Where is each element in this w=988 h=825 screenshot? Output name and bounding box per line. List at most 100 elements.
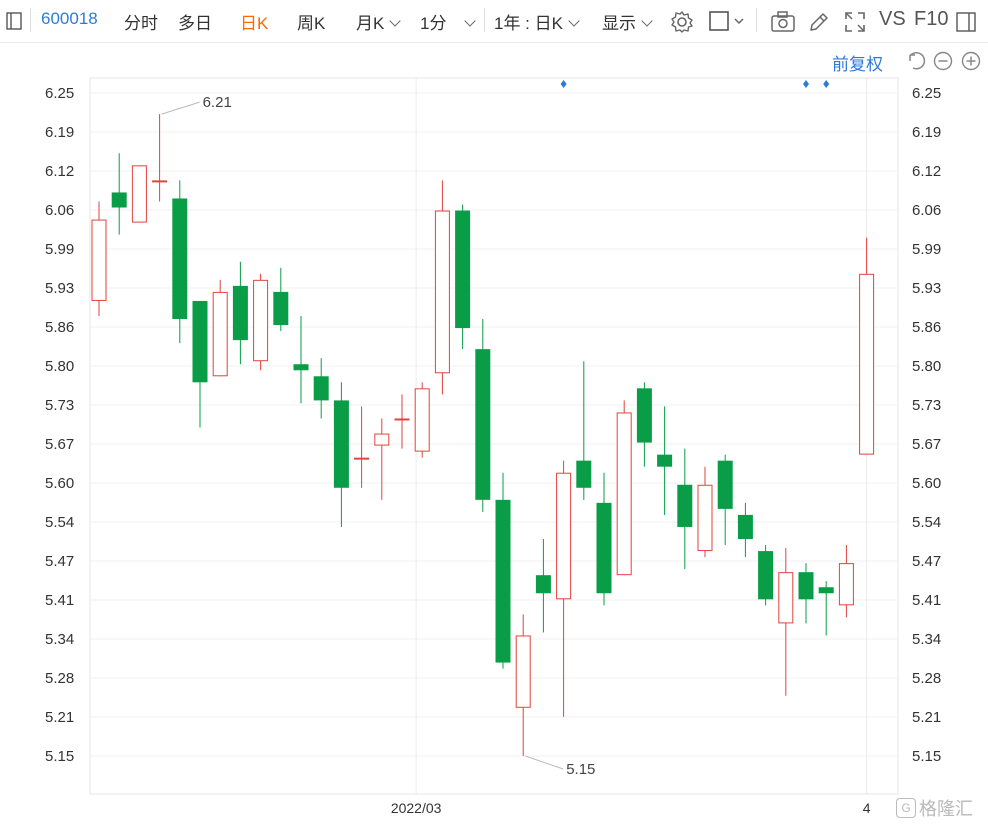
y-tick-label: 5.47 bbox=[45, 553, 74, 570]
rectangle-tool-icon[interactable] bbox=[708, 10, 748, 39]
candle bbox=[838, 545, 854, 618]
candle-body bbox=[737, 514, 753, 540]
fullscreen-icon[interactable] bbox=[843, 10, 867, 39]
candle-body bbox=[838, 563, 854, 606]
minute-dropdown[interactable]: 1分 bbox=[420, 9, 477, 34]
monthly-k-dropdown[interactable]: 月K bbox=[356, 9, 402, 34]
candle bbox=[91, 201, 107, 317]
vs-button[interactable]: VS bbox=[879, 8, 906, 31]
candle bbox=[111, 153, 127, 235]
candle bbox=[212, 279, 228, 377]
brand-watermark: G 格隆汇 bbox=[896, 795, 973, 821]
y-tick-label: 5.15 bbox=[45, 748, 74, 765]
annotation-label: 6.21 bbox=[203, 94, 232, 111]
candle-body bbox=[253, 279, 269, 362]
candle-body bbox=[636, 388, 652, 443]
y-tick-label: 5.34 bbox=[45, 631, 74, 648]
candle-body bbox=[576, 460, 592, 488]
annotation-label: 5.15 bbox=[566, 761, 595, 778]
y-axis-right: 6.25 6.19 6.12 6.06 5.99 5.93 5.86 5.80 5.73 5.67… bbox=[912, 85, 941, 765]
candle bbox=[657, 406, 673, 515]
candle-body bbox=[232, 285, 248, 341]
y-tick-label: 6.12 bbox=[45, 163, 74, 180]
zoom-in-icon[interactable] bbox=[960, 50, 982, 78]
y-tick-label: 5.86 bbox=[45, 319, 74, 336]
y-tick-label: 5.60 bbox=[45, 475, 74, 492]
candle-body bbox=[172, 198, 188, 320]
candle bbox=[737, 502, 753, 558]
tab-daily-k[interactable]: 日K bbox=[240, 9, 268, 34]
candle bbox=[495, 472, 511, 669]
y-tick-label: 5.28 bbox=[45, 670, 74, 687]
divider bbox=[484, 8, 485, 32]
adjustment-toggle[interactable]: 前复权 bbox=[832, 50, 883, 75]
candle bbox=[172, 180, 188, 344]
candle bbox=[576, 361, 592, 500]
candle-body bbox=[313, 376, 329, 401]
zoom-out-icon[interactable] bbox=[932, 50, 954, 78]
candle bbox=[798, 563, 814, 624]
candle-body bbox=[434, 210, 450, 374]
candle bbox=[354, 406, 370, 488]
y-tick-label: 5.93 bbox=[45, 280, 74, 297]
candle bbox=[535, 539, 551, 633]
candle bbox=[636, 382, 652, 467]
y-tick-label: 5.60 bbox=[912, 475, 941, 492]
y-tick-label: 5.99 bbox=[45, 241, 74, 258]
panel-toggle-icon[interactable] bbox=[956, 12, 976, 37]
y-tick-label: 5.99 bbox=[912, 241, 941, 258]
candle bbox=[859, 237, 875, 455]
divider bbox=[756, 8, 757, 32]
minute-label: 1分 bbox=[420, 14, 447, 33]
chevron-down-icon bbox=[641, 15, 653, 27]
y-tick-label: 5.73 bbox=[45, 397, 74, 414]
candle-body bbox=[798, 572, 814, 600]
x-tick-label: 4 bbox=[863, 800, 871, 816]
y-tick-label: 6.06 bbox=[45, 202, 74, 219]
candle bbox=[131, 165, 147, 223]
candle bbox=[556, 460, 572, 717]
camera-icon[interactable] bbox=[770, 10, 796, 39]
candle-body bbox=[859, 273, 875, 455]
candle bbox=[697, 466, 713, 558]
stock-code[interactable]: 600018 bbox=[41, 9, 98, 29]
pencil-icon[interactable] bbox=[807, 10, 831, 39]
candle-body bbox=[778, 572, 794, 624]
f10-button[interactable]: F10 bbox=[914, 8, 948, 31]
candle bbox=[717, 454, 733, 546]
candle-body bbox=[556, 472, 572, 600]
gear-icon[interactable] bbox=[670, 10, 694, 39]
range-label: 1年 : 日K bbox=[494, 14, 563, 33]
tab-weekly-k[interactable]: 周K bbox=[297, 9, 325, 34]
candle-body bbox=[455, 210, 471, 329]
tab-intraday[interactable]: 分时 bbox=[124, 9, 158, 34]
monthly-k-label: 月K bbox=[356, 14, 385, 33]
x-axis: 2022/03 4 bbox=[391, 800, 871, 816]
candle-body bbox=[515, 635, 531, 708]
candle bbox=[616, 400, 632, 576]
x-tick-label: 2022/03 bbox=[391, 800, 442, 816]
candlestick-chart[interactable]: 6.25 6.19 6.12 6.06 5.99 5.93 5.86 5.80 5.73 5.67… bbox=[0, 0, 988, 825]
y-tick-label: 6.06 bbox=[912, 202, 941, 219]
candle-body bbox=[616, 412, 632, 576]
undo-icon[interactable] bbox=[904, 50, 926, 78]
candle-body bbox=[91, 219, 107, 301]
y-tick-label: 5.28 bbox=[912, 670, 941, 687]
range-dropdown[interactable]: 1年 : 日K bbox=[494, 9, 580, 34]
y-tick-label: 5.41 bbox=[45, 592, 74, 609]
candle-body bbox=[293, 364, 309, 371]
y-tick-label: 5.47 bbox=[912, 553, 941, 570]
tab-multi-day[interactable]: 多日 bbox=[178, 9, 212, 34]
display-label: 显示 bbox=[602, 14, 636, 33]
sidebar-toggle-icon[interactable] bbox=[6, 12, 22, 35]
candle bbox=[192, 300, 208, 428]
y-tick-label: 5.80 bbox=[45, 358, 74, 375]
candle bbox=[273, 267, 289, 332]
annotation-leader bbox=[525, 755, 564, 770]
candle-body bbox=[152, 180, 168, 183]
y-tick-label: 5.21 bbox=[912, 709, 941, 726]
y-tick-label: 6.25 bbox=[912, 85, 941, 102]
candle-body bbox=[414, 388, 430, 452]
display-dropdown[interactable]: 显示 bbox=[602, 9, 653, 34]
grid bbox=[90, 78, 898, 794]
